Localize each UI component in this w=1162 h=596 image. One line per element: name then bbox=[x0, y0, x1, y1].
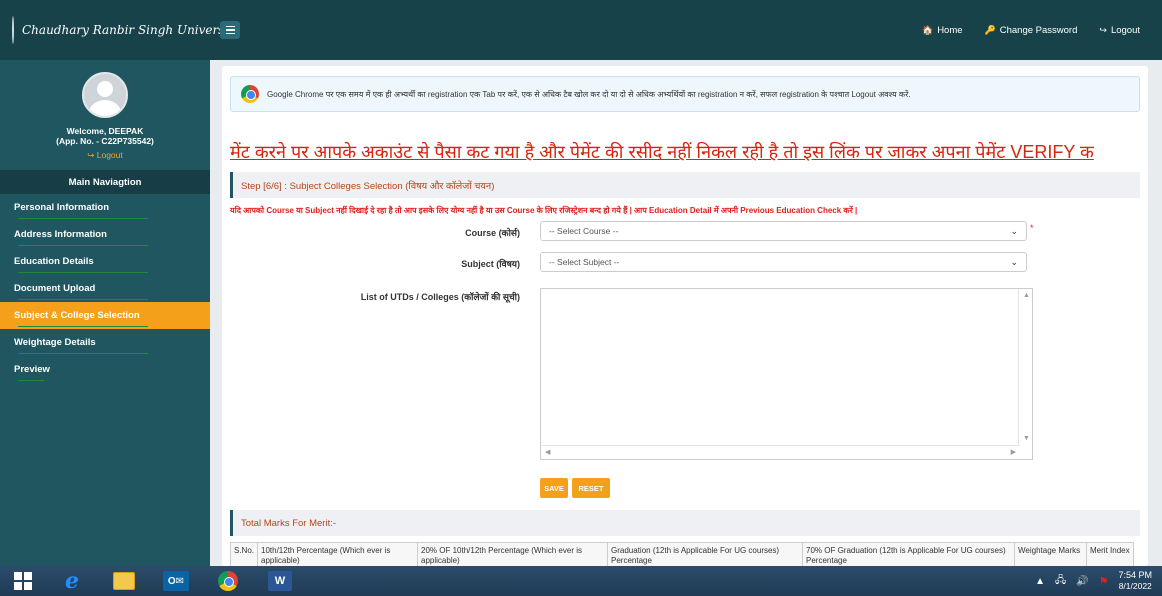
college-list-box[interactable]: ▲ ▼ ◀ ▶ bbox=[540, 288, 1033, 460]
save-button[interactable]: SAVE bbox=[540, 478, 568, 498]
table-header-graduation: Graduation (12th is Applicable For UG co… bbox=[607, 542, 804, 566]
action-center-flag-icon[interactable]: ⚑ bbox=[1099, 575, 1109, 588]
table-header-20-percent: 20% OF 10th/12th Percentage (Which ever … bbox=[417, 542, 609, 566]
sidebar-item-address-information[interactable]: Address Information bbox=[0, 221, 210, 248]
top-links: 🏠 Home 🔑 Change Password ↪ Logout bbox=[922, 25, 1162, 36]
logout-link-label: Logout bbox=[1110, 24, 1140, 36]
course-label: Course (कोर्स) bbox=[465, 228, 520, 238]
taskbar-internet-explorer[interactable]: e bbox=[46, 566, 98, 596]
scroll-right-icon[interactable]: ▶ bbox=[1011, 448, 1016, 456]
course-select[interactable]: -- Select Course -- ⌄ bbox=[540, 221, 1027, 241]
volume-icon[interactable]: 🔊 bbox=[1076, 576, 1088, 587]
chrome-icon bbox=[218, 571, 238, 591]
word-icon: W bbox=[268, 571, 292, 591]
table-header-merit-index: Merit Index bbox=[1086, 542, 1135, 566]
sidebar-item-personal-information[interactable]: Personal Information bbox=[0, 194, 210, 221]
avatar bbox=[82, 72, 128, 118]
taskbar-chrome[interactable] bbox=[202, 566, 254, 596]
table-header-weightage: Weightage Marks bbox=[1014, 542, 1088, 566]
horizontal-scrollbar[interactable]: ◀ ▶ bbox=[541, 445, 1020, 459]
table-header-10th-12th: 10th/12th Percentage (Which ever is appl… bbox=[257, 542, 419, 566]
payment-verify-link[interactable]: मेंट करने पर आपके अकाउंट से पैसा कट गया … bbox=[230, 140, 1148, 164]
home-icon: 🏠 bbox=[921, 24, 934, 35]
clock[interactable]: 7:54 PM 8/1/2022 bbox=[1118, 570, 1152, 592]
required-asterisk: * bbox=[1030, 223, 1034, 233]
scroll-down-icon[interactable]: ▼ bbox=[1023, 435, 1030, 442]
sidebar-item-preview[interactable]: Preview bbox=[0, 356, 210, 383]
sidebar-item-subject-college-selection[interactable]: Subject & College Selection bbox=[0, 302, 210, 329]
home-link[interactable]: 🏠 Home bbox=[922, 25, 963, 36]
subject-select[interactable]: -- Select Subject -- ⌄ bbox=[540, 252, 1027, 272]
logout-link[interactable]: ↪ Logout bbox=[1099, 25, 1140, 36]
table-header-sno: S.No. bbox=[229, 542, 259, 566]
sidebar-toggle-button[interactable] bbox=[220, 21, 240, 39]
windows-icon bbox=[14, 572, 32, 590]
chevron-down-icon: ⌄ bbox=[1010, 226, 1018, 236]
brand-name: Chaudhary Ranbir Singh University bbox=[22, 23, 240, 37]
file-explorer-icon bbox=[113, 572, 135, 590]
application-number: (App. No. - C22P735542) bbox=[56, 136, 154, 146]
key-icon: 🔑 bbox=[984, 24, 996, 35]
chevron-down-icon: ⌄ bbox=[1010, 257, 1018, 267]
sidebar-item-education-details[interactable]: Education Details bbox=[0, 248, 210, 275]
top-navbar: Chaudhary Ranbir Singh University 🏠 Home… bbox=[0, 0, 1162, 60]
subject-select-value: -- Select Subject -- bbox=[549, 257, 620, 267]
step-title: Step [6/6] : Subject Colleges Selection … bbox=[230, 172, 1140, 198]
sidebar-item-document-upload[interactable]: Document Upload bbox=[0, 275, 210, 302]
taskbar-file-explorer[interactable] bbox=[98, 566, 150, 596]
hamburger-icon bbox=[225, 25, 235, 28]
reset-button[interactable]: RESET bbox=[572, 478, 610, 498]
chrome-notice: Google Chrome पर एक समय में एक ही अभ्यर्… bbox=[230, 76, 1140, 112]
college-list-label: List of UTDs / Colleges (कॉलेजों की सूची… bbox=[360, 292, 520, 302]
eligibility-warning: यदि आपको Course या Subject नहीं दिखाई दे… bbox=[230, 206, 858, 215]
internet-explorer-icon: e bbox=[65, 568, 79, 594]
start-button[interactable] bbox=[0, 566, 46, 596]
clock-time: 7:54 PM bbox=[1118, 570, 1152, 580]
sidebar: Welcome, DEEPAK (App. No. - C22P735542) … bbox=[0, 60, 210, 566]
logout-icon: ↪ bbox=[87, 150, 95, 160]
notice-text: Google Chrome पर एक समय में एक ही अभ्यर्… bbox=[267, 89, 911, 99]
change-password-link[interactable]: 🔑 Change Password bbox=[985, 25, 1078, 36]
merit-table: S.No. 10th/12th Percentage (Which ever i… bbox=[229, 542, 1135, 566]
subject-label: Subject (विषय) bbox=[461, 259, 520, 269]
show-hidden-icons-icon[interactable]: ▲ bbox=[1035, 576, 1045, 587]
sidebar-logout-label: Logout bbox=[96, 150, 123, 160]
windows-taskbar: e O✉ W ▲ 🖧 🔊 ⚑ 7:54 PM 8/1/2022 bbox=[0, 566, 1162, 596]
marks-title: Total Marks For Merit:- bbox=[230, 510, 1140, 536]
chrome-icon bbox=[241, 85, 259, 103]
sidebar-item-weightage-details[interactable]: Weightage Details bbox=[0, 329, 210, 356]
network-icon[interactable]: 🖧 bbox=[1055, 573, 1066, 590]
main-navigation-title: Main Naviagtion bbox=[0, 170, 210, 194]
scroll-left-icon[interactable]: ◀ bbox=[545, 448, 550, 456]
taskbar-word[interactable]: W bbox=[254, 566, 306, 596]
user-profile: Welcome, DEEPAK (App. No. - C22P735542) … bbox=[0, 60, 210, 170]
taskbar-outlook[interactable]: O✉ bbox=[150, 566, 202, 596]
scroll-up-icon[interactable]: ▲ bbox=[1023, 292, 1030, 299]
brand[interactable]: Chaudhary Ranbir Singh University bbox=[0, 0, 240, 60]
outlook-icon: O✉ bbox=[163, 571, 189, 591]
system-tray: ▲ 🖧 🔊 ⚑ 7:54 PM 8/1/2022 bbox=[1035, 570, 1162, 592]
welcome-text: Welcome, DEEPAK bbox=[66, 126, 144, 136]
table-header-70-percent: 70% OF Graduation (12th is Applicable Fo… bbox=[802, 542, 1016, 566]
change-password-label: Change Password bbox=[999, 24, 1078, 36]
home-link-label: Home bbox=[937, 24, 963, 36]
main-content: Google Chrome पर एक समय में एक ही अभ्यर्… bbox=[222, 66, 1148, 566]
vertical-scrollbar[interactable]: ▲ ▼ bbox=[1018, 289, 1032, 445]
sidebar-logout-link[interactable]: ↪ Logout bbox=[87, 150, 123, 161]
university-logo-icon bbox=[12, 16, 14, 44]
course-select-value: -- Select Course -- bbox=[549, 226, 619, 236]
clock-date: 8/1/2022 bbox=[1118, 581, 1152, 591]
logout-icon: ↪ bbox=[1099, 24, 1107, 35]
table-header-row: S.No. 10th/12th Percentage (Which ever i… bbox=[229, 542, 1135, 566]
